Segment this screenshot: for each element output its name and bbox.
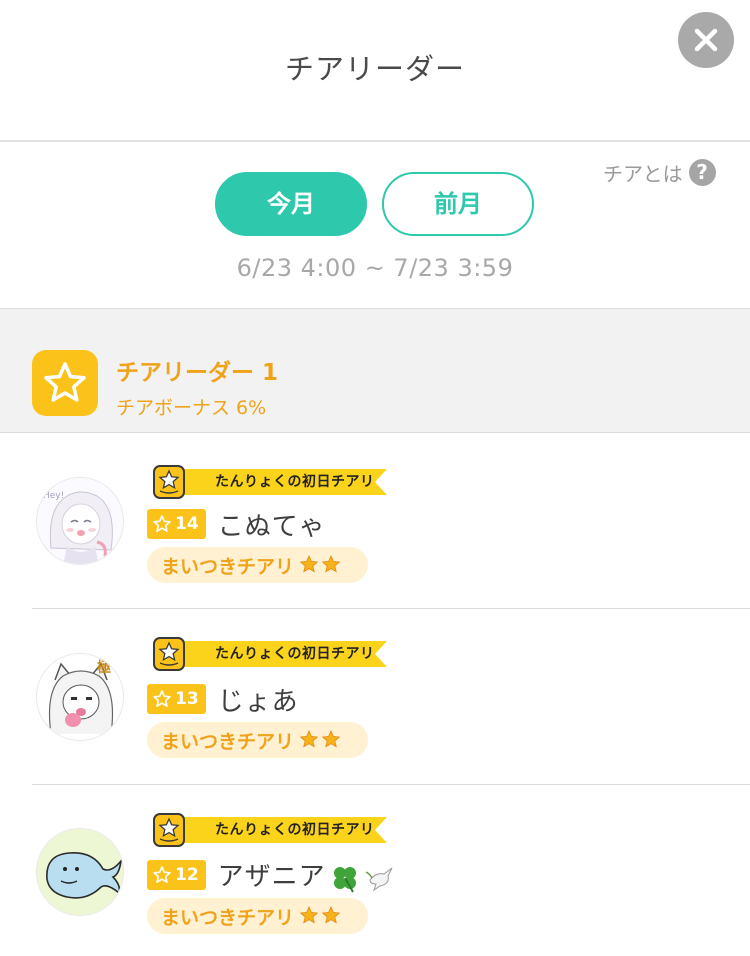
star-icon [44,362,86,402]
list-item[interactable]: Hey! たんりょくの初日チアリ 14 こぬてゃ まいつきチアリ [0,433,750,609]
modal-header: チアリーダー [0,0,750,142]
star-outline-icon [153,690,171,707]
user-name[interactable]: こぬてゃ [218,506,326,543]
two-stars-icon [299,906,341,924]
avatar[interactable] [36,828,124,916]
level-badge: 14 [147,509,206,539]
user-name-text: アザニア [217,862,326,893]
title-pill: まいつきチアリ [147,547,368,583]
about-cheer-link[interactable]: チアとは ? [603,156,716,188]
level-value: 13 [175,689,199,709]
rank-star-badge [32,350,98,416]
user-row: 14 こぬてゃ [147,506,326,543]
star-outline-icon [153,866,171,883]
avatar[interactable]: Hey! [36,477,124,565]
period-range: 6/23 4:00 ~ 7/23 3:59 [236,254,514,282]
tab-last-month[interactable]: 前月 [382,172,534,236]
title-pill: まいつきチアリ [147,898,368,934]
white-hair-girl-avatar: Hey! [37,478,123,564]
user-name[interactable]: じょあ [218,681,299,718]
achievement-banner: たんりょくの初日チアリ [153,813,387,847]
list-item[interactable]: たんりょくの初日チアリ 12 アザニア まいつきチアリ [0,785,750,956]
level-badge: 12 [147,860,206,890]
page-title: チアリーダー [284,52,465,86]
avatar[interactable]: 極 [36,653,124,741]
list-item[interactable]: 極 たんりょくの初日チアリ 13 じょあ まいつきチアリ [0,609,750,785]
two-stars-icon [299,730,341,748]
star-outline-icon [153,515,171,532]
user-row: 12 アザニア [147,858,396,892]
svg-text:極: 極 [97,659,111,676]
whale-avatar [37,829,123,915]
level-value: 12 [175,865,199,885]
close-icon [694,28,718,52]
level-badge: 13 [147,684,206,714]
clover-icon [333,866,356,893]
level-value: 14 [175,514,199,534]
achievement-banner: たんりょくの初日チアリ [153,465,387,499]
title-pill: まいつきチアリ [147,722,368,758]
title-label: まいつきチアリ [161,555,295,578]
close-button[interactable] [678,12,734,68]
cat-ear-girl-avatar: 極 [37,654,123,740]
two-stars-icon [299,555,341,573]
banner-label: たんりょくの初日チアリ [215,646,375,662]
achievement-banner: たんりょくの初日チアリ [153,637,387,671]
user-name[interactable]: アザニア [218,856,396,894]
help-icon: ? [688,158,716,186]
banner-label: たんりょくの初日チアリ [215,474,375,490]
banner-label: たんりょくの初日チアリ [215,822,375,838]
rank-title: チアリーダー 1 [116,360,279,386]
about-cheer-label: チアとは [603,161,683,186]
title-label: まいつきチアリ [161,906,295,929]
title-label: まいつきチアリ [161,730,295,753]
rank-summary: チアリーダー 1 チアボーナス 6% [0,308,750,433]
user-row: 13 じょあ [147,681,299,718]
tab-this-month[interactable]: 今月 [215,172,367,236]
dove-icon [365,867,393,891]
svg-text:Hey!: Hey! [43,491,64,501]
rank-bonus: チアボーナス 6% [116,397,267,419]
